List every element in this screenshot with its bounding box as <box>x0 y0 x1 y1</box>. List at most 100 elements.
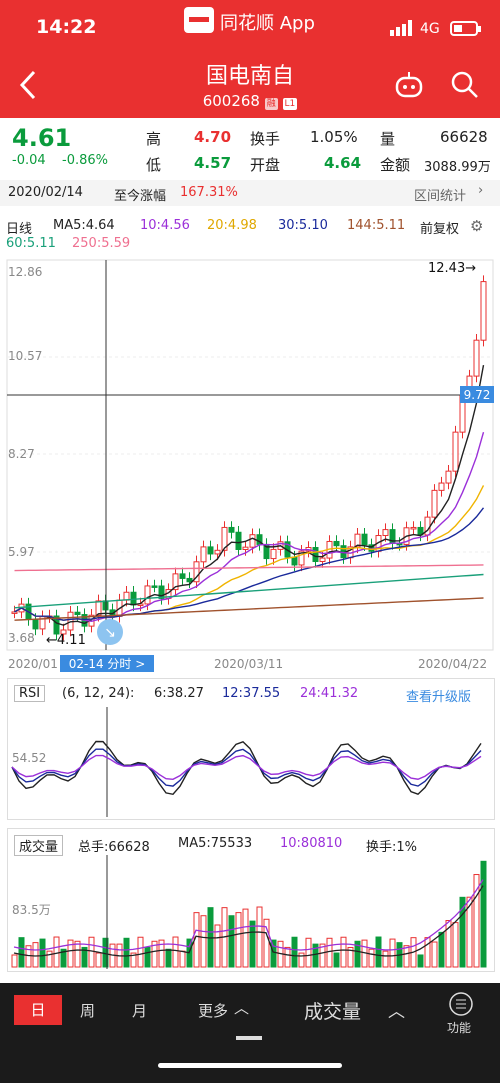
gear-icon[interactable]: ⚙ <box>470 217 483 235</box>
volume-bar <box>368 948 375 968</box>
volume-bar <box>291 936 298 968</box>
volume-bar <box>200 915 207 968</box>
volume-bar <box>417 954 424 968</box>
app-name: 同花顺 App <box>220 13 315 34</box>
cursor-date[interactable]: 02-14 分时 > <box>69 657 146 671</box>
volume-bar <box>165 948 172 968</box>
volume-bar <box>284 946 291 968</box>
volume-bar <box>389 938 396 968</box>
rsi-panel[interactable]: RSI (6, 12, 24): 6:38.27 12:37.55 24:41.… <box>7 678 495 820</box>
home-indicator <box>158 1063 342 1068</box>
candle-body <box>333 540 340 547</box>
volume-bar <box>144 946 151 968</box>
function-button[interactable]: 功能 <box>447 1019 471 1036</box>
volume-bar <box>452 922 459 968</box>
bottom-toolbar: 日 周 月 更多 ︿ 成交量 ︿ 功能 <box>0 983 500 1083</box>
candle-body <box>151 585 158 588</box>
rsi6-value: 6:38.27 <box>154 686 204 701</box>
volume-panel[interactable]: 成交量 总手:66628 MA5:75533 10:80810 换手:1% 83… <box>7 828 495 972</box>
adjust-label[interactable]: 前复权 <box>420 218 459 237</box>
candle-body <box>361 533 368 546</box>
margin-tag: 融 <box>264 98 278 110</box>
volume-bar <box>95 952 102 968</box>
more-periods-button[interactable]: 更多 <box>198 1000 228 1021</box>
volume-bar <box>137 936 144 968</box>
volume-ma10: 10:80810 <box>280 836 343 851</box>
period-label[interactable]: 日线 <box>6 218 32 237</box>
volume-turnover: 换手:1% <box>366 840 418 855</box>
period-week-tab[interactable]: 周 <box>80 1000 95 1021</box>
ma-line <box>14 573 484 609</box>
menu-icon[interactable] <box>448 991 474 1021</box>
indicator-selector[interactable]: 成交量 <box>304 997 361 1024</box>
candle-body <box>32 619 39 630</box>
ma60-label: 60:5.11 <box>6 236 56 251</box>
candle-body <box>228 526 235 533</box>
candle-body <box>445 470 452 484</box>
rsi-line <box>11 754 482 780</box>
volume-bar <box>88 936 95 968</box>
crosshair-value: 9.72 <box>464 388 491 402</box>
range-stats-link[interactable]: 区间统计 <box>414 185 466 204</box>
ma-line <box>14 485 485 621</box>
app-logo-icon <box>184 7 214 33</box>
rsi-name[interactable]: RSI <box>14 685 46 702</box>
volume-bar <box>32 942 39 968</box>
ma-line <box>14 364 485 626</box>
ma144-label: 144:5.11 <box>347 218 406 233</box>
ma5-label: MA5:4.64 <box>53 218 115 233</box>
chevron-up-icon: ︿ <box>234 999 250 1017</box>
price-change-pct: -0.86% <box>62 153 108 168</box>
candle-body <box>214 549 221 555</box>
candle-body <box>123 591 130 601</box>
quote-panel: 4.61 -0.04 -0.86% 高 4.70 低 4.57 换手 1.05%… <box>0 118 500 180</box>
volume-bar <box>249 920 256 968</box>
range-bar[interactable]: 2020/02/14 至今涨幅 167.31% 区间统计 › <box>0 180 500 206</box>
volume-name[interactable]: 成交量 <box>14 835 64 856</box>
volume-bar <box>480 860 487 968</box>
candle-body <box>144 585 151 605</box>
volume-bar <box>172 936 179 968</box>
candle-body <box>312 547 319 563</box>
x-label-end: 2020/04/22 <box>418 657 487 671</box>
rsi24-value: 24:41.32 <box>300 686 359 701</box>
volume-bar <box>438 931 445 968</box>
volume-bar <box>333 952 340 968</box>
zoom-glyph: ↘ <box>104 625 116 641</box>
y-label-top: 12.86 <box>8 265 42 279</box>
candle-body <box>242 546 249 551</box>
volume-bar <box>235 912 242 968</box>
open-label: 开盘 <box>250 156 281 174</box>
candle-body <box>438 482 445 491</box>
high-value: 4.70 <box>194 128 232 146</box>
volume-ma5: MA5:75533 <box>178 836 253 851</box>
rsi-upgrade-link[interactable]: 查看升级版 <box>406 686 471 705</box>
ma250-label: 250:5.59 <box>72 236 131 251</box>
volume-label: 量 <box>380 130 396 148</box>
search-icon[interactable] <box>450 70 480 104</box>
open-value: 4.64 <box>324 154 362 172</box>
volume-bar <box>53 936 60 968</box>
period-month-tab[interactable]: 月 <box>132 1000 147 1021</box>
y-label-4: 5.97 <box>8 545 35 559</box>
low-label: 低 <box>146 156 162 174</box>
network-type: 4G <box>420 21 440 37</box>
period-day-tab[interactable]: 日 <box>14 995 62 1025</box>
robot-icon[interactable] <box>394 70 424 104</box>
status-bar: 14:22 同花顺 App 4G <box>0 0 500 50</box>
candle-body <box>410 526 417 530</box>
high-marker: 12.43→ <box>428 261 476 276</box>
turnover-value: 1.05% <box>310 128 358 146</box>
amount-label: 金额 <box>380 156 411 174</box>
volume-bar <box>39 938 46 968</box>
high-label: 高 <box>146 130 162 148</box>
back-arrow-icon[interactable] <box>18 70 38 104</box>
candle-body <box>179 573 186 579</box>
stock-name: 国电南自 <box>205 64 294 89</box>
turnover-label: 换手 <box>250 130 281 148</box>
x-label-mid: 2020/03/11 <box>214 657 283 671</box>
candle-body <box>200 546 207 563</box>
price-chart[interactable]: 9.72 12.86 10.57 8.27 5.97 3.68 12.43→ ←… <box>0 258 500 672</box>
volume-bar <box>11 954 18 968</box>
candle-body <box>480 281 487 341</box>
